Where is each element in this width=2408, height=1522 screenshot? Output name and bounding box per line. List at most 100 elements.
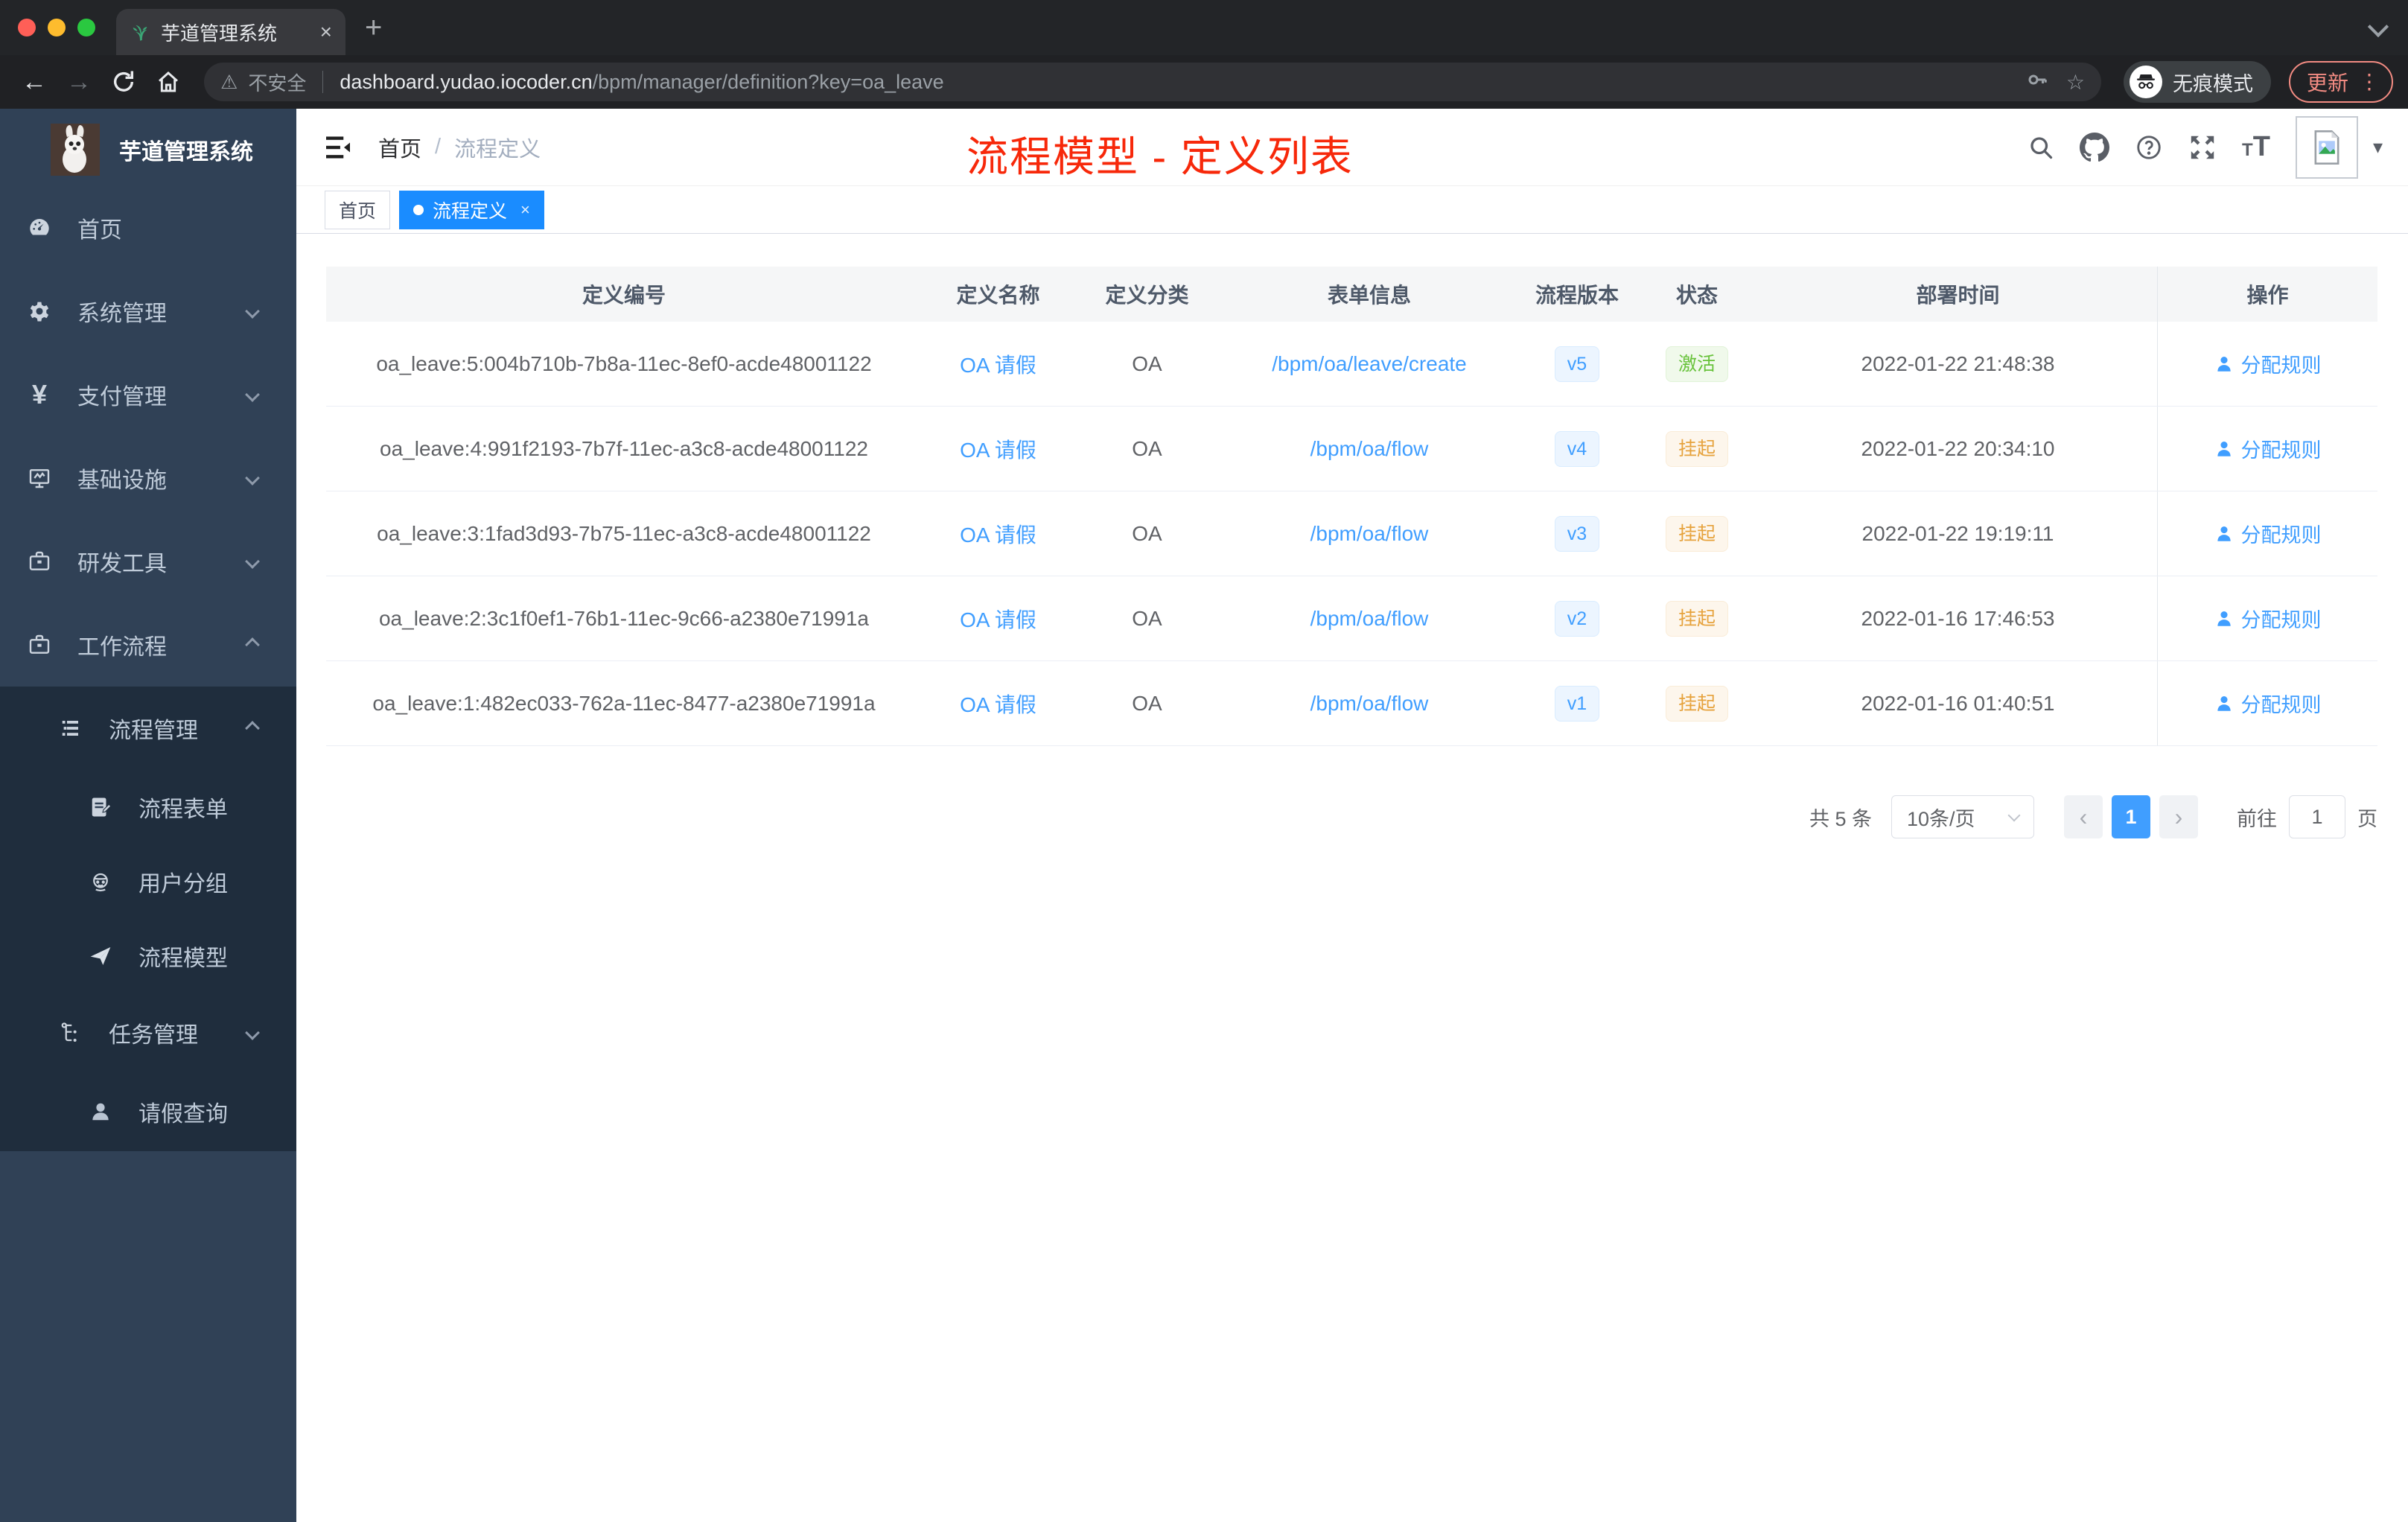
definition-name-link[interactable]: OA 请假 bbox=[922, 604, 1074, 634]
sidebar-item-task-management[interactable]: 任务管理 bbox=[0, 993, 296, 1072]
user-avatar-broken-image[interactable] bbox=[2295, 115, 2358, 179]
pagination-total: 共 5 条 bbox=[1809, 807, 1872, 830]
sidebar-item-dev-tools[interactable]: 研发工具 bbox=[0, 520, 296, 603]
status-badge: 挂起 bbox=[1665, 685, 1728, 722]
form-link[interactable]: /bpm/oa/flow bbox=[1220, 437, 1519, 461]
sidebar-item-leave-query[interactable]: 请假查询 bbox=[0, 1072, 296, 1151]
url-text[interactable]: dashboard.yudao.iocoder.cn/bpm/manager/d… bbox=[340, 71, 2008, 94]
definition-name-link[interactable]: OA 请假 bbox=[922, 434, 1074, 464]
assign-rule-button[interactable]: 分配规则 bbox=[2214, 519, 2322, 548]
pagination: 共 5 条 10条/页 ‹ 1 › 前往 1 页 bbox=[326, 795, 2377, 838]
form-link[interactable]: /bpm/oa/flow bbox=[1220, 522, 1519, 546]
form-link[interactable]: /bpm/oa/flow bbox=[1220, 607, 1519, 631]
breadcrumb-separator: / bbox=[435, 135, 442, 159]
font-size-icon[interactable]: TT bbox=[2242, 131, 2270, 163]
chevron-up-icon bbox=[245, 721, 260, 736]
col-header: 定义名称 bbox=[956, 284, 1040, 307]
browser-toolbar: ← → ⚠ 不安全 dashboard.yudao.iocoder.cn/bpm… bbox=[0, 55, 2408, 109]
sidebar-item-home[interactable]: 首页 bbox=[0, 186, 296, 270]
logo-avatar bbox=[51, 124, 100, 176]
fullscreen-icon[interactable] bbox=[2188, 133, 2217, 162]
page-size-select[interactable]: 10条/页 bbox=[1891, 795, 2034, 838]
sidebar-item-infrastructure[interactable]: 基础设施 bbox=[0, 436, 296, 520]
version-badge: v3 bbox=[1554, 515, 1600, 552]
avatar-dropdown-caret-icon[interactable]: ▾ bbox=[2373, 136, 2383, 159]
page-number-current[interactable]: 1 bbox=[2112, 795, 2150, 838]
sidebar-item-label: 研发工具 bbox=[77, 552, 167, 576]
tab-search-chevron-icon[interactable] bbox=[2367, 16, 2389, 38]
security-label[interactable]: 不安全 bbox=[248, 69, 306, 96]
deploy-time: 2022-01-22 19:19:11 bbox=[1861, 521, 2054, 545]
search-icon[interactable] bbox=[2028, 134, 2054, 161]
github-icon[interactable] bbox=[2080, 132, 2110, 162]
zoom-window-button[interactable] bbox=[77, 19, 95, 36]
sidebar-item-system[interactable]: 系统管理 bbox=[0, 270, 296, 353]
sidebar-item-workflow[interactable]: 工作流程 bbox=[0, 603, 296, 687]
sidebar-item-payment[interactable]: ¥ 支付管理 bbox=[0, 353, 296, 436]
assign-rule-button[interactable]: 分配规则 bbox=[2214, 604, 2322, 633]
form-link[interactable]: /bpm/oa/leave/create bbox=[1220, 352, 1519, 376]
table-row: oa_leave:1:482ec033-762a-11ec-8477-a2380… bbox=[326, 661, 2377, 746]
breadcrumb-home[interactable]: 首页 bbox=[378, 132, 421, 163]
minimize-window-button[interactable] bbox=[48, 19, 66, 36]
window-controls[interactable] bbox=[0, 19, 116, 36]
sidebar-item-user-group[interactable]: 用户分组 bbox=[0, 844, 296, 919]
breadcrumb-current: 流程定义 bbox=[454, 137, 541, 162]
definition-name-link[interactable]: OA 请假 bbox=[922, 689, 1074, 719]
prev-page-button[interactable]: ‹ bbox=[2064, 795, 2103, 838]
assign-rule-button[interactable]: 分配规则 bbox=[2214, 349, 2322, 378]
briefcase-icon bbox=[27, 633, 52, 657]
sidebar-item-process-model[interactable]: 流程模型 bbox=[0, 919, 296, 993]
table-row: oa_leave:4:991f2193-7b7f-11ec-a3c8-acde4… bbox=[326, 407, 2377, 491]
close-window-button[interactable] bbox=[18, 19, 36, 36]
version-badge: v5 bbox=[1554, 346, 1600, 382]
chevron-up-icon bbox=[245, 637, 260, 652]
definition-name-link[interactable]: OA 请假 bbox=[922, 349, 1074, 379]
back-icon[interactable]: ← bbox=[15, 63, 54, 101]
definition-id: oa_leave:1:482ec033-762a-11ec-8477-a2380… bbox=[372, 691, 876, 715]
chrome-update-button[interactable]: 更新 ⋮ bbox=[2288, 61, 2393, 103]
update-label[interactable]: 更新 bbox=[2307, 67, 2348, 97]
assign-rule-label: 分配规则 bbox=[2240, 439, 2322, 462]
sidebar-item-label: 用户分组 bbox=[138, 872, 228, 897]
sidebar-item-process-form[interactable]: 流程表单 bbox=[0, 770, 296, 844]
tag-label: 首页 bbox=[339, 200, 377, 222]
assign-rule-button[interactable]: 分配规则 bbox=[2214, 434, 2322, 463]
url-bar[interactable]: ⚠ 不安全 dashboard.yudao.iocoder.cn/bpm/man… bbox=[204, 63, 2101, 101]
tag-home[interactable]: 首页 bbox=[325, 190, 391, 229]
sidebar: 芋道管理系统 首页 系统管理 ¥ 支付管理 基础设施 研发工具 工作流程 流程管… bbox=[0, 109, 296, 1522]
deploy-time: 2022-01-22 20:34:10 bbox=[1861, 436, 2055, 460]
url-path: /bpm/manager/definition?key=oa_leave bbox=[592, 70, 944, 93]
new-tab-button[interactable]: + bbox=[365, 11, 382, 45]
password-key-icon[interactable] bbox=[2026, 69, 2048, 96]
browser-tab[interactable]: 芋道管理系统 × bbox=[116, 9, 345, 55]
favicon-sprout-icon bbox=[130, 22, 150, 42]
forward-icon[interactable]: → bbox=[60, 63, 98, 101]
deploy-time: 2022-01-16 17:46:53 bbox=[1861, 606, 2055, 630]
user-group-icon bbox=[88, 870, 113, 893]
incognito-icon bbox=[2129, 66, 2162, 98]
tag-close-icon[interactable]: × bbox=[520, 200, 530, 220]
sidebar-item-label: 基础设施 bbox=[77, 468, 167, 493]
sidebar-collapse-icon[interactable] bbox=[325, 136, 351, 159]
reload-icon[interactable] bbox=[104, 63, 143, 101]
help-icon[interactable] bbox=[2135, 133, 2163, 162]
bookmark-star-icon[interactable]: ☆ bbox=[2066, 70, 2085, 95]
browser-menu-dots-icon[interactable]: ⋮ bbox=[2359, 71, 2380, 92]
yen-icon: ¥ bbox=[31, 379, 48, 410]
sidebar-item-label: 系统管理 bbox=[77, 302, 167, 326]
form-link[interactable]: /bpm/oa/flow bbox=[1220, 692, 1519, 716]
sidebar-item-label: 首页 bbox=[77, 218, 122, 243]
definition-name-link[interactable]: OA 请假 bbox=[922, 519, 1074, 549]
next-page-button[interactable]: › bbox=[2159, 795, 2198, 838]
version-badge: v2 bbox=[1554, 600, 1600, 637]
page-size-value: 10条/页 bbox=[1907, 807, 1975, 830]
goto-page-input[interactable]: 1 bbox=[2289, 795, 2345, 838]
home-icon[interactable] bbox=[149, 63, 188, 101]
assign-rule-button[interactable]: 分配规则 bbox=[2214, 689, 2322, 718]
sidebar-logo[interactable]: 芋道管理系统 bbox=[0, 109, 296, 186]
tag-process-definition[interactable]: 流程定义 × bbox=[399, 190, 544, 229]
tab-close-icon[interactable]: × bbox=[320, 20, 332, 44]
sidebar-item-process-management[interactable]: 流程管理 bbox=[0, 687, 296, 770]
sidebar-item-label: 流程表单 bbox=[138, 797, 228, 822]
